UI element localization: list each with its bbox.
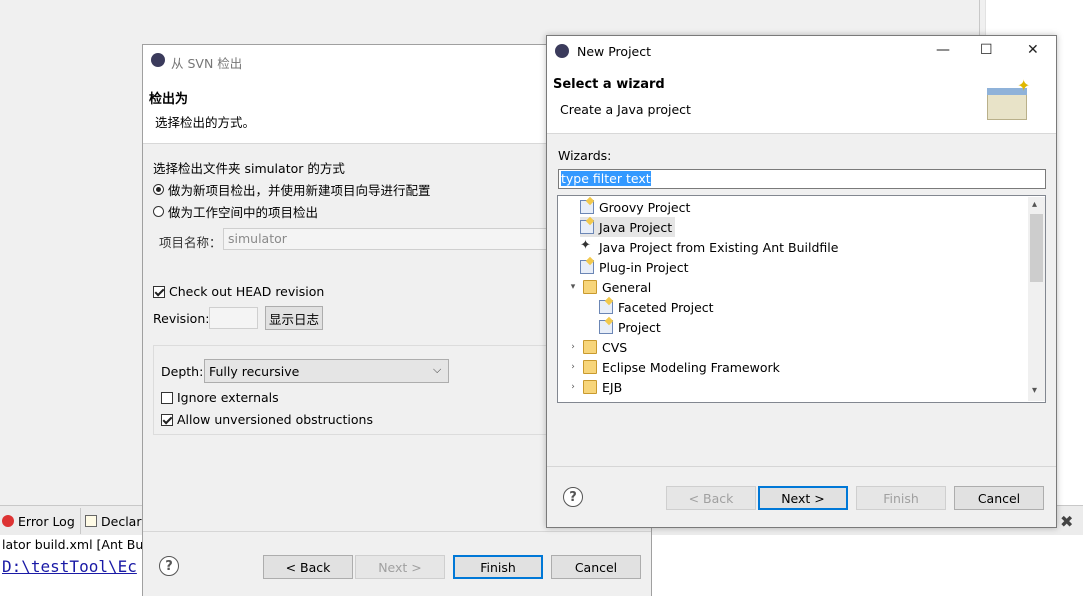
back-button[interactable]: < Back [263,555,353,579]
tab-label: Declar [101,513,142,529]
radio-new-project[interactable]: 做为新项目检出，并使用新建项目向导进行配置 [153,180,431,199]
scroll-up-icon[interactable]: ▴ [1032,199,1037,210]
page-description: 选择检出的方式。 [155,115,256,130]
divider [547,466,1056,467]
folder-icon [583,360,597,374]
back-button[interactable]: < Back [666,486,756,510]
list-item[interactable]: › EJB [568,377,622,397]
page-title: 检出为 [149,92,189,107]
declaration-icon [85,515,97,527]
checkbox[interactable] [153,285,165,298]
close-icon[interactable]: ✕ [1027,42,1039,58]
chevron-right-icon[interactable]: › [568,342,578,352]
faceted-project-icon [599,300,613,314]
wizards-label: Wizards: [558,148,612,163]
chevron-down-icon[interactable]: ▾ [568,282,578,292]
ant-icon [580,238,594,254]
radio-button[interactable] [153,206,164,217]
help-icon[interactable]: ? [563,487,583,507]
wizard-tree: Groovy Project Java Project Java Project… [557,195,1046,403]
checkbox[interactable] [161,413,173,426]
list-item[interactable]: Plug-in Project [580,257,689,277]
close-icon[interactable]: ✖ [1060,512,1073,531]
wizard-banner-icon: ✦ [983,76,1033,126]
eclipse-icon [555,44,569,58]
new-project-dialog: New Project — ☐ ✕ Select a wizard Create… [546,35,1057,528]
folder-icon [583,340,597,354]
depth-label: Depth: [161,364,204,379]
java-project-icon [580,220,594,234]
scroll-down-icon[interactable]: ▾ [1032,385,1037,396]
checkbox-allow-unversioned[interactable]: Allow unversioned obstructions [161,412,373,427]
checkbox-checkout-head[interactable]: Check out HEAD revision [153,284,324,299]
tab-error-log[interactable]: Error Log [2,510,75,532]
dialog-title: New Project [577,44,652,59]
filter-text: type filter text [561,171,651,186]
list-item[interactable]: Groovy Project [580,197,690,217]
show-log-button[interactable]: 显示日志 [265,306,323,330]
revision-label: Revision: [153,311,210,326]
finish-button[interactable]: Finish [856,486,946,510]
list-item[interactable]: ▾ General [568,277,652,297]
next-button[interactable]: Next > [758,486,848,510]
chevron-right-icon[interactable]: › [568,382,578,392]
minimize-icon[interactable]: — [936,42,950,58]
list-item[interactable]: Java Project from Existing Ant Buildfile [580,237,838,257]
error-log-icon [2,515,14,527]
list-item[interactable]: Project [599,317,661,337]
folder-icon [583,380,597,394]
folder-icon [583,280,597,294]
checkbox[interactable] [161,391,173,404]
chevron-right-icon[interactable]: › [568,362,578,372]
page-title: Select a wizard [553,77,665,92]
chevron-down-icon: ⌵ [433,363,442,376]
divider [80,508,81,534]
help-icon[interactable]: ? [159,556,179,576]
list-item[interactable]: Java Project [580,217,676,237]
groovy-project-icon [580,200,594,214]
scrollbar-thumb[interactable] [1030,214,1043,282]
list-item[interactable]: › Eclipse Modeling Framework [568,357,780,377]
filter-input[interactable]: type filter text [558,169,1046,189]
finish-button[interactable]: Finish [453,555,543,579]
list-item[interactable]: Faceted Project [599,297,714,317]
vertical-scrollbar[interactable]: ▴ ▾ [1028,197,1045,401]
maximize-icon[interactable]: ☐ [980,42,993,58]
eclipse-icon [151,53,165,67]
next-button[interactable]: Next > [355,555,445,579]
depth-value: Fully recursive [209,364,300,379]
project-name-label: 项目名称： [159,235,222,250]
console-link[interactable]: D:\testTool\Ec [2,557,137,576]
revision-input[interactable] [209,307,258,329]
radio-button[interactable] [153,184,164,195]
console-title: lator build.xml [Ant Build [2,537,159,552]
depth-select[interactable]: Fully recursive ⌵ [204,359,449,383]
checkbox-ignore-externals[interactable]: Ignore externals [161,390,279,405]
dialog-title: 从 SVN 检出 [171,56,243,71]
plugin-project-icon [580,260,594,274]
project-icon [599,320,613,334]
page-description: Create a Java project [560,102,691,117]
cancel-button[interactable]: Cancel [954,486,1044,510]
list-item[interactable]: › CVS [568,337,627,357]
checkout-method-label: 选择检出文件夹 simulator 的方式 [153,161,345,176]
cancel-button[interactable]: Cancel [551,555,641,579]
tab-declaration[interactable]: Declar [85,510,141,532]
radio-workspace-project[interactable]: 做为工作空间中的项目检出 [153,202,318,221]
tab-label: Error Log [18,513,75,529]
